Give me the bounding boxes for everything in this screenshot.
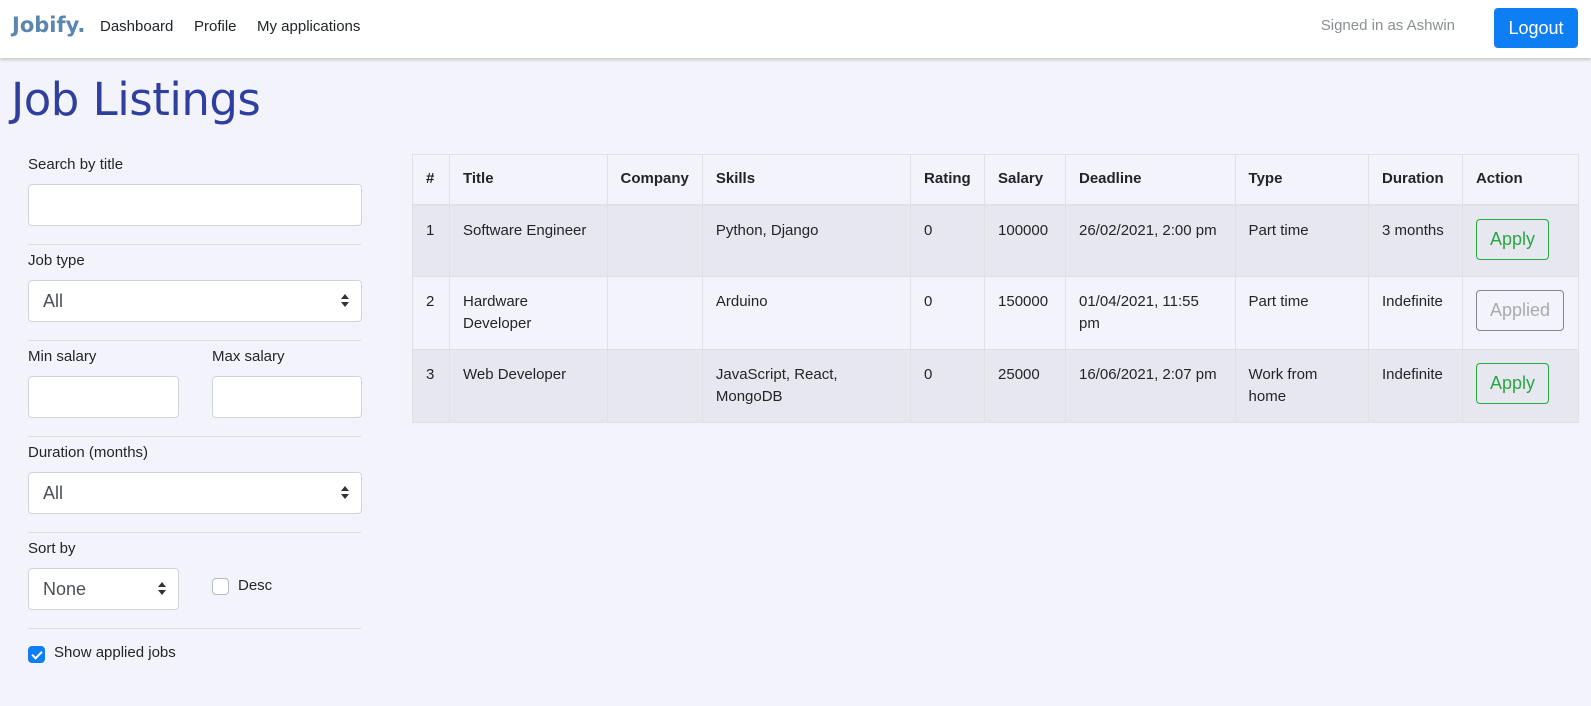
action-cell: Apply (1461, 204, 1580, 277)
job-deadline: 16/06/2021, 2:07 pm (1065, 348, 1236, 423)
job-type-value: All (43, 291, 64, 311)
min-salary-input[interactable] (28, 376, 179, 418)
select-arrows-icon (158, 582, 166, 596)
row-number: 1 (412, 204, 450, 277)
job-duration: Indefinite (1368, 348, 1463, 423)
max-salary-input[interactable] (212, 376, 362, 418)
column-header: Skills (701, 154, 912, 206)
applied-button[interactable]: Applied (1475, 289, 1564, 331)
duration-select[interactable]: All (28, 472, 362, 514)
column-header: # (412, 154, 450, 206)
nav-link-profile[interactable]: Profile (194, 18, 237, 35)
apply-button[interactable]: Apply (1475, 362, 1549, 404)
max-salary-label: Max salary (212, 348, 285, 365)
job-type-select[interactable]: All (28, 280, 362, 322)
column-header: Action (1461, 154, 1580, 206)
duration-label: Duration (months) (28, 444, 149, 461)
job-rating: 0 (910, 348, 986, 423)
job-rating: 0 (910, 275, 986, 350)
apply-button[interactable]: Apply (1475, 219, 1549, 260)
column-header: Company (606, 154, 703, 206)
job-deadline: 26/02/2021, 2:00 pm (1065, 204, 1236, 277)
signed-in-text: Signed in as Ashwin (1320, 17, 1455, 34)
job-company (606, 275, 703, 350)
job-type: Part time (1234, 204, 1370, 277)
job-deadline: 01/04/2021, 11:55 pm (1065, 275, 1236, 350)
job-type-label: Job type (28, 252, 85, 269)
min-salary-label: Min salary (28, 348, 97, 365)
job-company (606, 204, 703, 277)
sort-by-value: None (43, 579, 87, 599)
sort-by-label: Sort by (28, 540, 76, 557)
job-salary: 150000 (984, 275, 1066, 350)
top-navbar: Jobify. Dashboard Profile My application… (0, 0, 1591, 58)
job-title: Software Engineer (448, 204, 608, 277)
job-rating: 0 (910, 204, 986, 277)
job-title: Hardware Developer (448, 275, 608, 350)
column-header: Salary (984, 154, 1066, 206)
search-label: Search by title (28, 156, 124, 173)
job-duration: Indefinite (1368, 275, 1463, 350)
table-row: 1 Software Engineer Python, Django 0 100… (412, 204, 1580, 277)
job-duration: 3 months (1368, 204, 1463, 277)
divider (28, 340, 361, 341)
column-header: Duration (1368, 154, 1463, 206)
brand-logo[interactable]: Jobify. (12, 13, 85, 37)
row-number: 3 (412, 348, 450, 423)
job-salary: 100000 (984, 204, 1066, 277)
search-input[interactable] (28, 184, 362, 226)
table-row: 3 Web Developer JavaScript, React, Mongo… (412, 348, 1580, 423)
select-arrows-icon (341, 486, 349, 500)
job-listings-table: # Title Company Skills Rating Salary Dea… (412, 154, 1580, 423)
job-salary: 25000 (984, 348, 1066, 423)
column-header: Deadline (1065, 154, 1236, 206)
divider (28, 244, 361, 245)
job-company (606, 348, 703, 423)
show-applied-checkbox[interactable] (28, 646, 45, 663)
job-type: Part time (1234, 275, 1370, 350)
divider (28, 532, 361, 533)
select-arrows-icon (341, 294, 349, 308)
desc-checkbox[interactable] (212, 578, 229, 595)
sort-by-select[interactable]: None (28, 568, 179, 610)
divider (28, 628, 361, 629)
row-number: 2 (412, 275, 450, 350)
job-title: Web Developer (448, 348, 608, 423)
column-header: Rating (910, 154, 986, 206)
desc-label: Desc (238, 577, 273, 594)
logout-button[interactable]: Logout (1494, 8, 1578, 48)
action-cell: Applied (1461, 275, 1580, 350)
job-type: Work from home (1234, 348, 1370, 423)
nav-link-dashboard[interactable]: Dashboard (100, 18, 173, 35)
show-applied-label: Show applied jobs (54, 644, 176, 661)
table-row: 2 Hardware Developer Arduino 0 150000 01… (412, 275, 1580, 350)
job-skills: Python, Django (701, 204, 912, 277)
column-header: Title (448, 154, 608, 206)
job-skills: JavaScript, React, MongoDB (701, 348, 912, 423)
table-header-row: # Title Company Skills Rating Salary Dea… (412, 154, 1580, 206)
duration-value: All (43, 483, 64, 503)
column-header: Type (1234, 154, 1370, 206)
page-title: Job Listings (11, 73, 261, 126)
action-cell: Apply (1461, 348, 1580, 423)
nav-link-my-applications[interactable]: My applications (257, 18, 360, 35)
job-skills: Arduino (701, 275, 912, 350)
divider (28, 436, 361, 437)
